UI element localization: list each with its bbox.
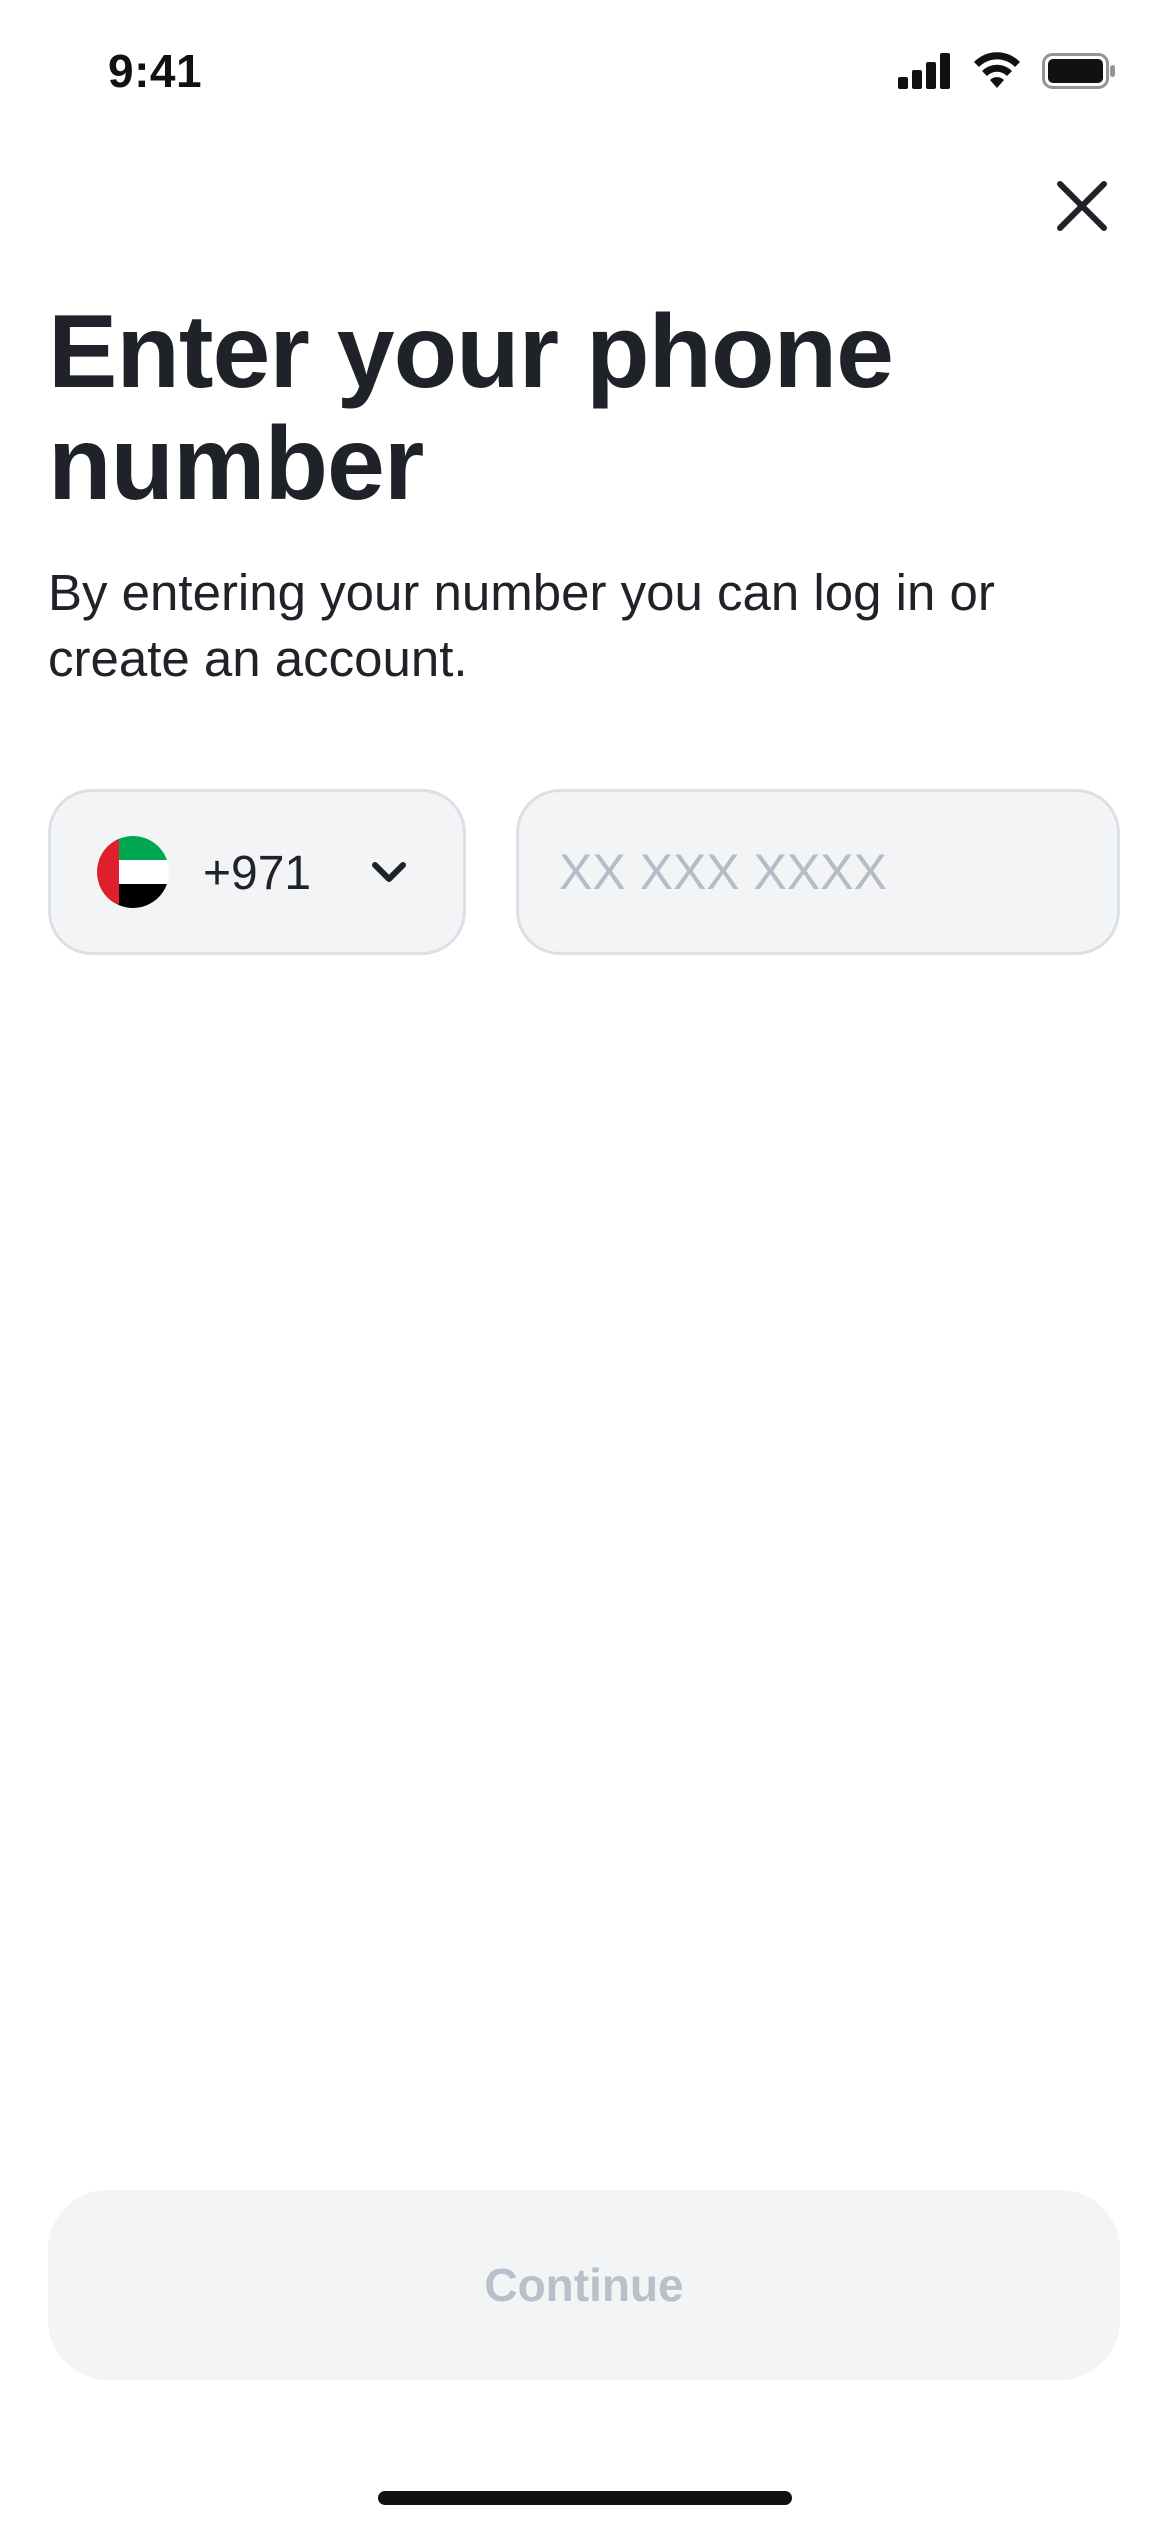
close-icon — [1056, 180, 1108, 237]
phone-number-input[interactable] — [516, 789, 1120, 955]
home-indicator — [378, 2491, 792, 2505]
battery-icon — [1042, 53, 1116, 89]
wifi-icon — [972, 52, 1022, 90]
status-bar: 9:41 — [0, 0, 1170, 150]
uae-flag-icon — [97, 836, 169, 908]
dial-code: +971 — [203, 847, 312, 900]
chevron-down-icon — [367, 850, 411, 894]
page-title: Enter your phone number — [48, 294, 894, 522]
continue-button[interactable]: Continue — [48, 2190, 1120, 2380]
country-code-selector[interactable]: +971 — [48, 789, 466, 955]
cellular-signal-icon — [898, 53, 952, 89]
subtitle: By entering your number you can log in o… — [48, 564, 995, 687]
status-icons — [898, 52, 1116, 90]
close-button[interactable] — [1046, 172, 1118, 244]
status-time: 9:41 — [108, 45, 203, 97]
